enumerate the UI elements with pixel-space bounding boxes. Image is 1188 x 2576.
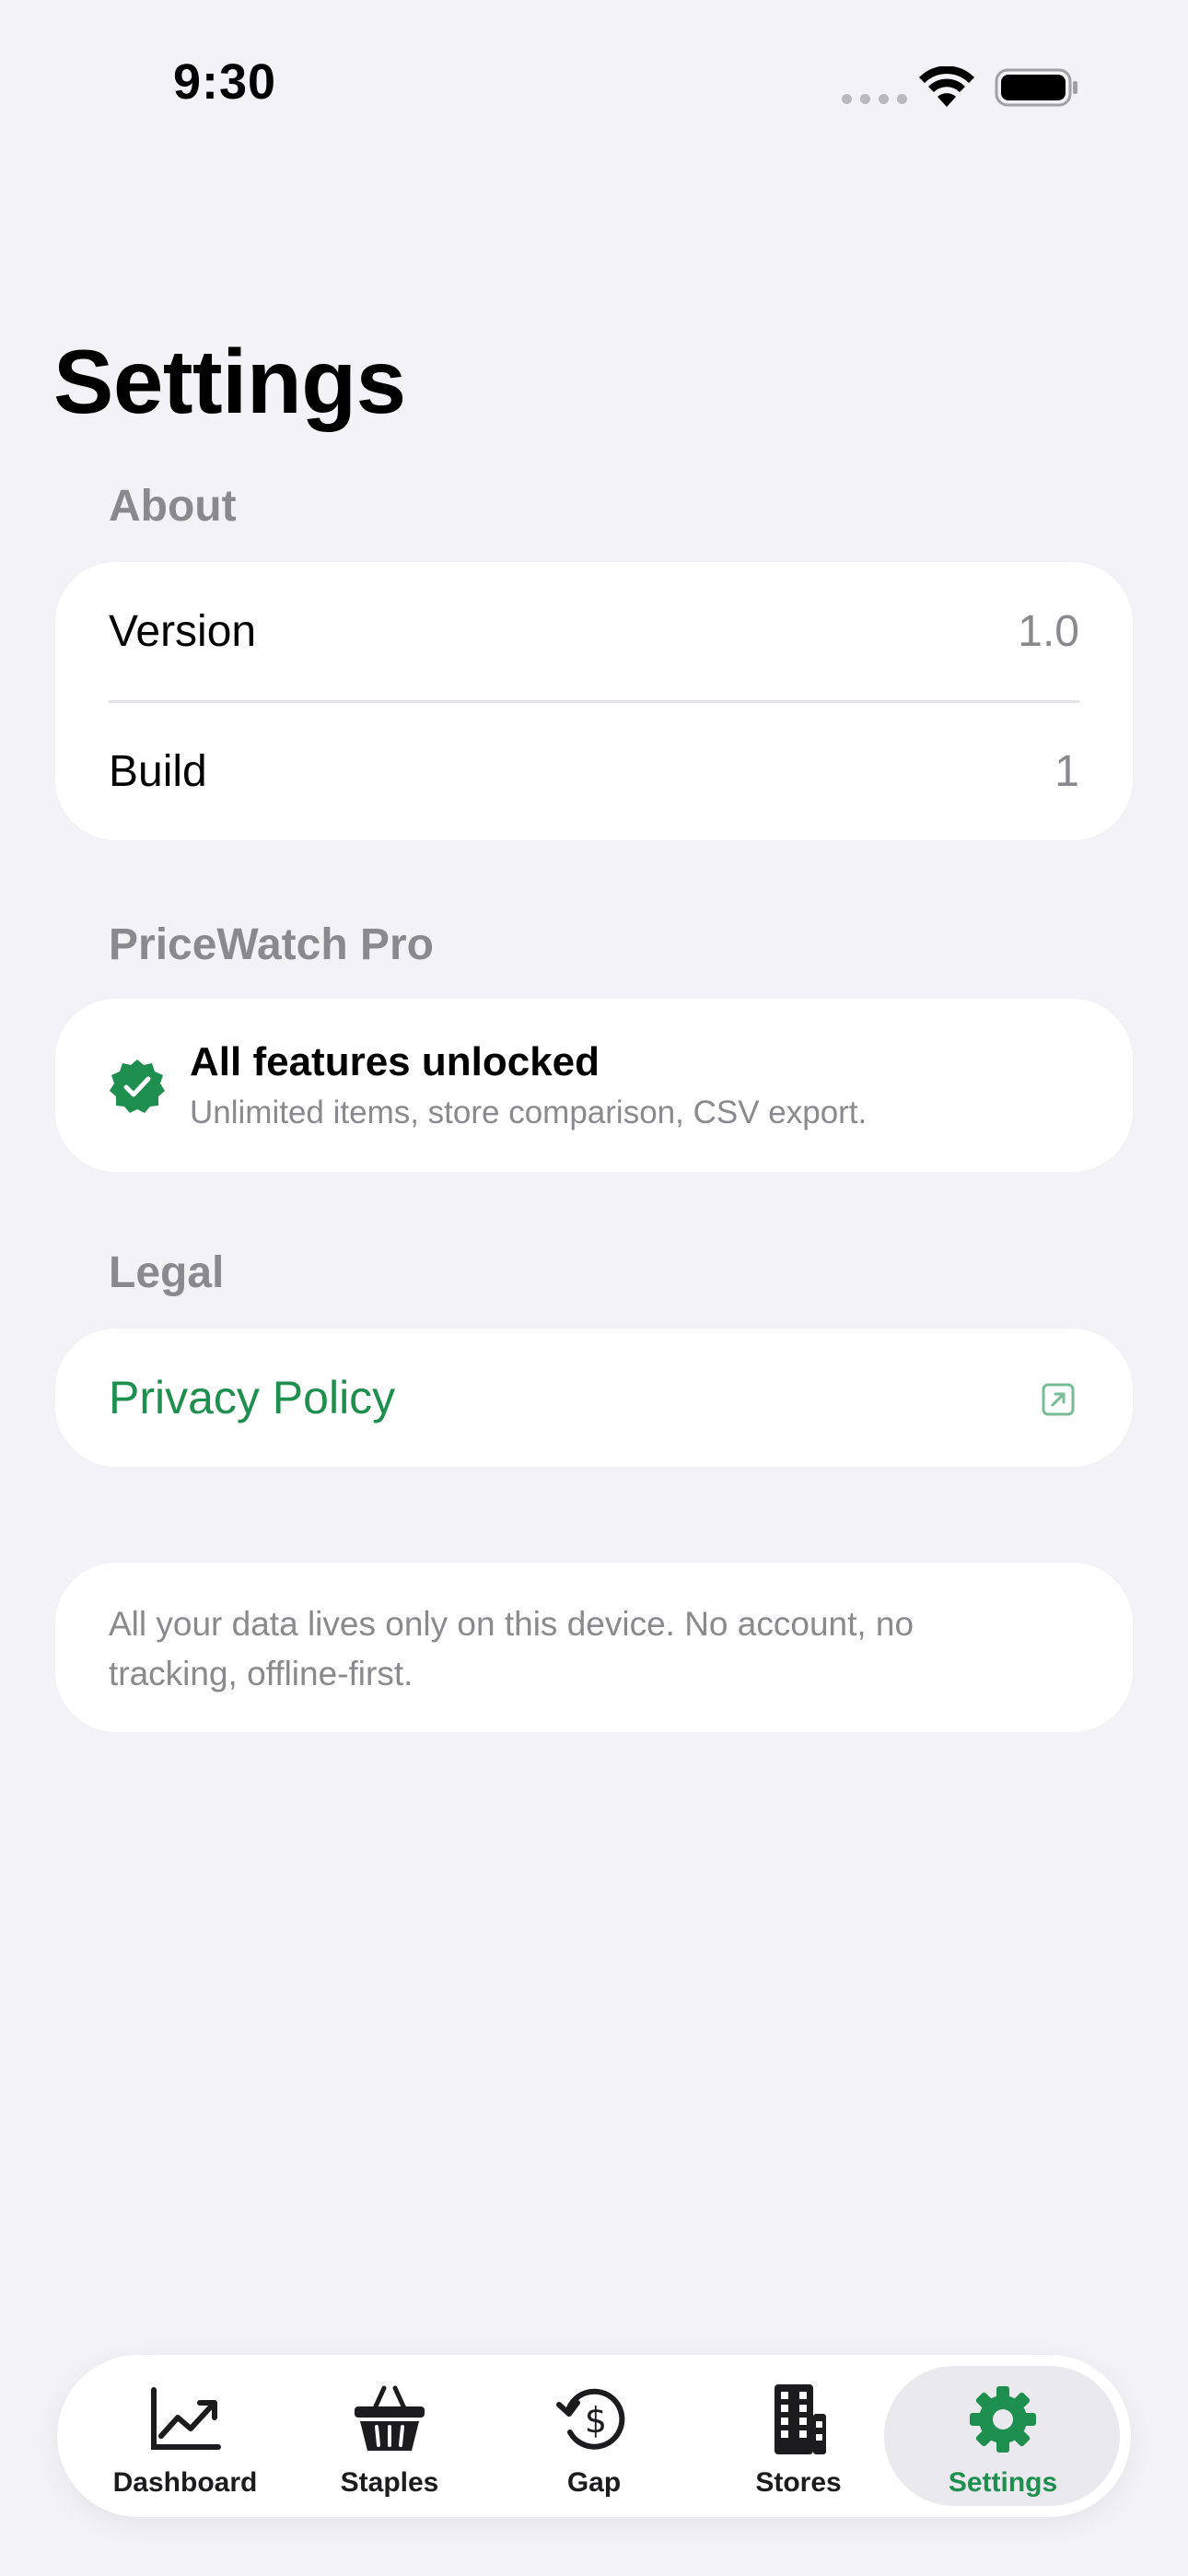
version-value: 1.0 <box>1018 607 1079 656</box>
tab-label-staples: Staples <box>340 2467 439 2498</box>
status-time: 9:30 <box>173 54 277 110</box>
checkmark-seal-icon <box>110 1060 165 1113</box>
basket-icon <box>355 2385 425 2451</box>
section-header-legal: Legal <box>109 1248 225 1297</box>
svg-text:$: $ <box>585 2400 607 2441</box>
build-row: Build 1 <box>109 746 1079 797</box>
version-label: Version <box>109 607 257 656</box>
cellular-signal-icon <box>842 94 907 104</box>
battery-icon <box>995 68 1077 107</box>
dollar-cycle-icon: $ <box>556 2388 625 2450</box>
tab-label-stores: Stores <box>755 2467 842 2498</box>
tab-stores[interactable]: Stores <box>696 2355 901 2517</box>
privacy-policy-row[interactable]: Privacy Policy <box>55 1329 1133 1467</box>
tab-dashboard[interactable]: Dashboard <box>83 2355 287 2517</box>
gear-icon <box>970 2386 1036 2453</box>
build-label: Build <box>109 747 207 796</box>
pro-card: All features unlocked Unlimited items, s… <box>55 999 1133 1172</box>
building-icon <box>775 2384 826 2454</box>
tab-label-settings: Settings <box>948 2467 1058 2498</box>
tab-label-dashboard: Dashboard <box>112 2467 258 2498</box>
tab-bar: Dashboard Staples $ Gap Stores Settings <box>57 2355 1131 2517</box>
tab-label-gap: Gap <box>566 2467 622 2498</box>
divider <box>109 700 1079 703</box>
privacy-note-text: All your data lives only on this device.… <box>109 1605 914 1692</box>
tab-settings[interactable]: Settings <box>901 2355 1105 2517</box>
tab-gap[interactable]: $ Gap <box>492 2355 696 2517</box>
section-header-about: About <box>109 482 237 531</box>
page-title: Settings <box>53 331 406 432</box>
wifi-icon <box>919 66 974 107</box>
section-header-pro: PriceWatch Pro <box>109 920 434 969</box>
version-row: Version 1.0 <box>109 606 1079 657</box>
build-value: 1 <box>1054 747 1079 796</box>
tab-staples[interactable]: Staples <box>287 2355 492 2517</box>
about-card: Version 1.0 Build 1 <box>55 562 1133 840</box>
pro-title: All features unlocked <box>190 1039 600 1084</box>
privacy-policy-link[interactable]: Privacy Policy <box>109 1371 395 1424</box>
privacy-note-card: All your data lives only on this device.… <box>55 1563 1133 1732</box>
pro-subtitle: Unlimited items, store comparison, CSV e… <box>190 1095 868 1130</box>
external-link-icon <box>1042 1383 1075 1416</box>
chart-line-icon <box>151 2387 221 2450</box>
